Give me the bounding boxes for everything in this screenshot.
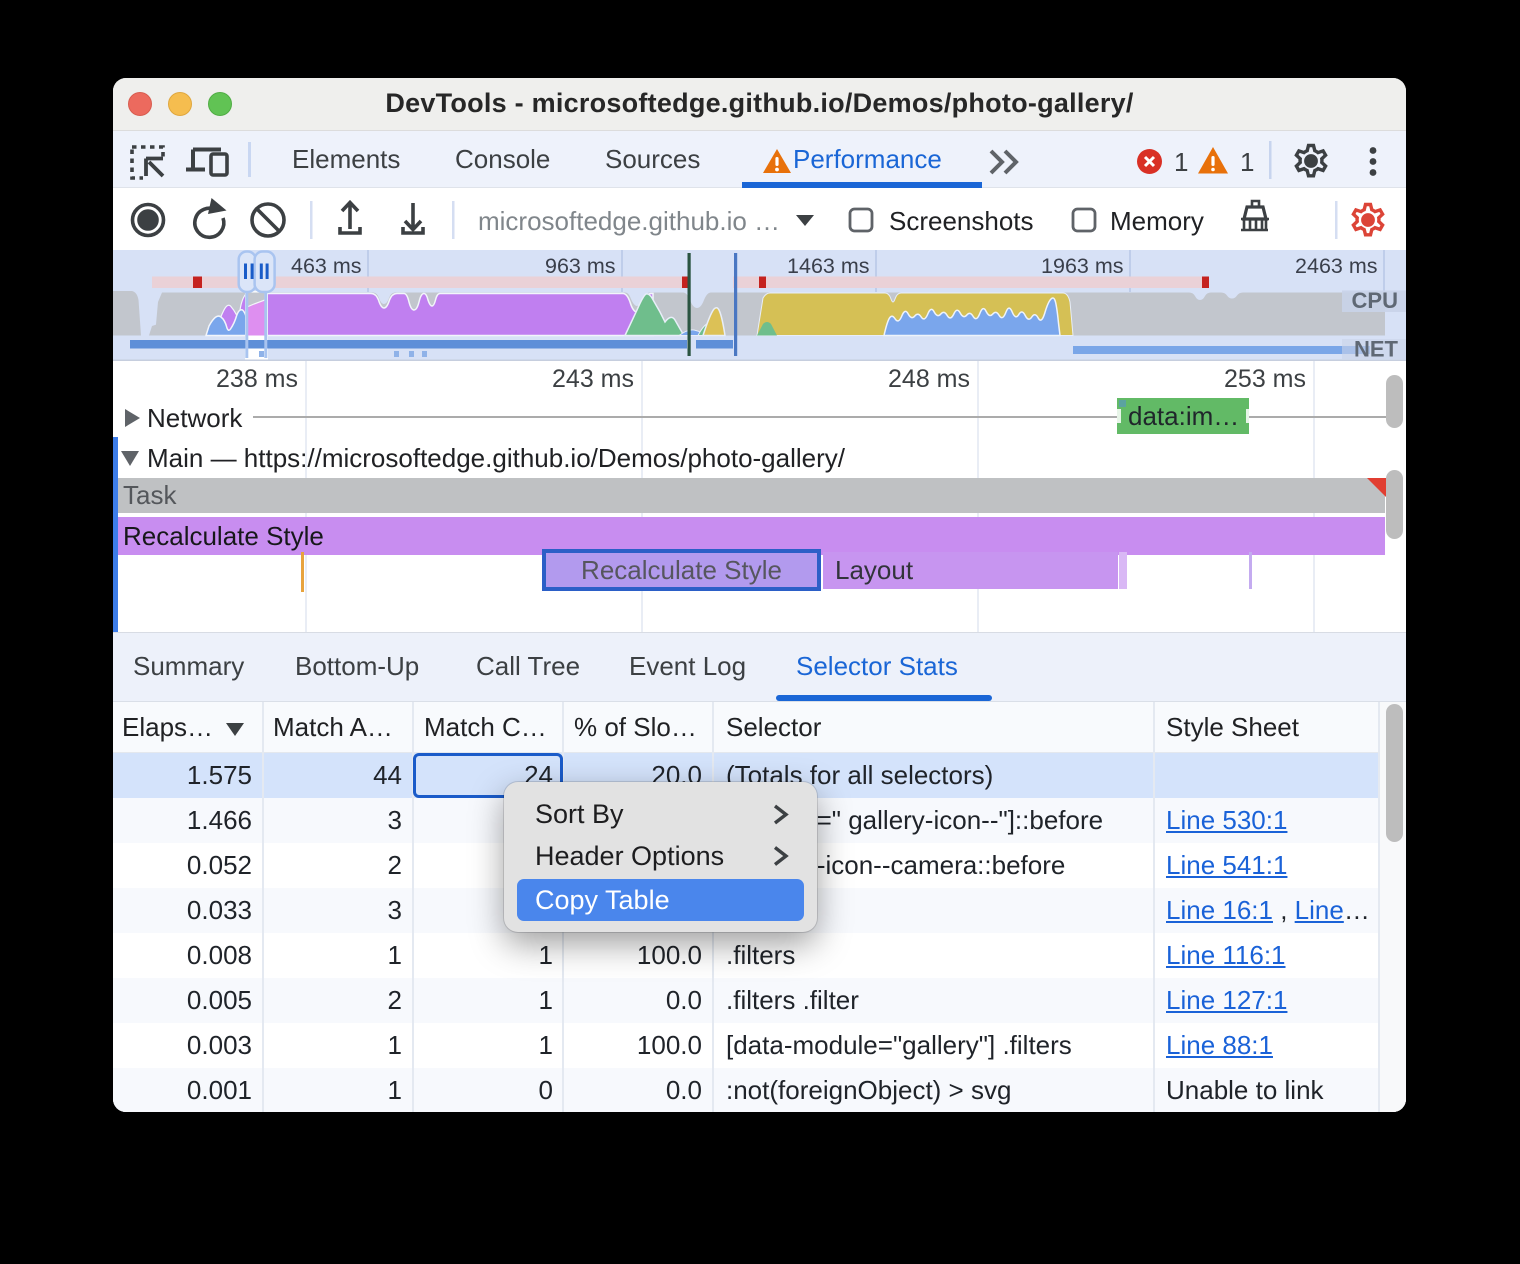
svg-text:1: 1	[1174, 147, 1188, 177]
svg-text:463 ms: 463 ms	[291, 254, 362, 278]
svg-text:963 ms: 963 ms	[545, 254, 616, 278]
svg-text:1: 1	[1240, 147, 1254, 177]
svg-text:Memory: Memory	[1110, 206, 1204, 236]
svg-text:NET: NET	[1354, 337, 1399, 362]
svg-text:CPU: CPU	[1352, 288, 1398, 313]
svg-text:1963 ms: 1963 ms	[1041, 254, 1123, 278]
svg-text:Screenshots: Screenshots	[889, 206, 1034, 236]
svg-text:microsoftedge.github.io …: microsoftedge.github.io …	[478, 206, 780, 236]
svg-text:1463 ms: 1463 ms	[787, 254, 869, 278]
svg-text:2463 ms: 2463 ms	[1295, 254, 1377, 278]
